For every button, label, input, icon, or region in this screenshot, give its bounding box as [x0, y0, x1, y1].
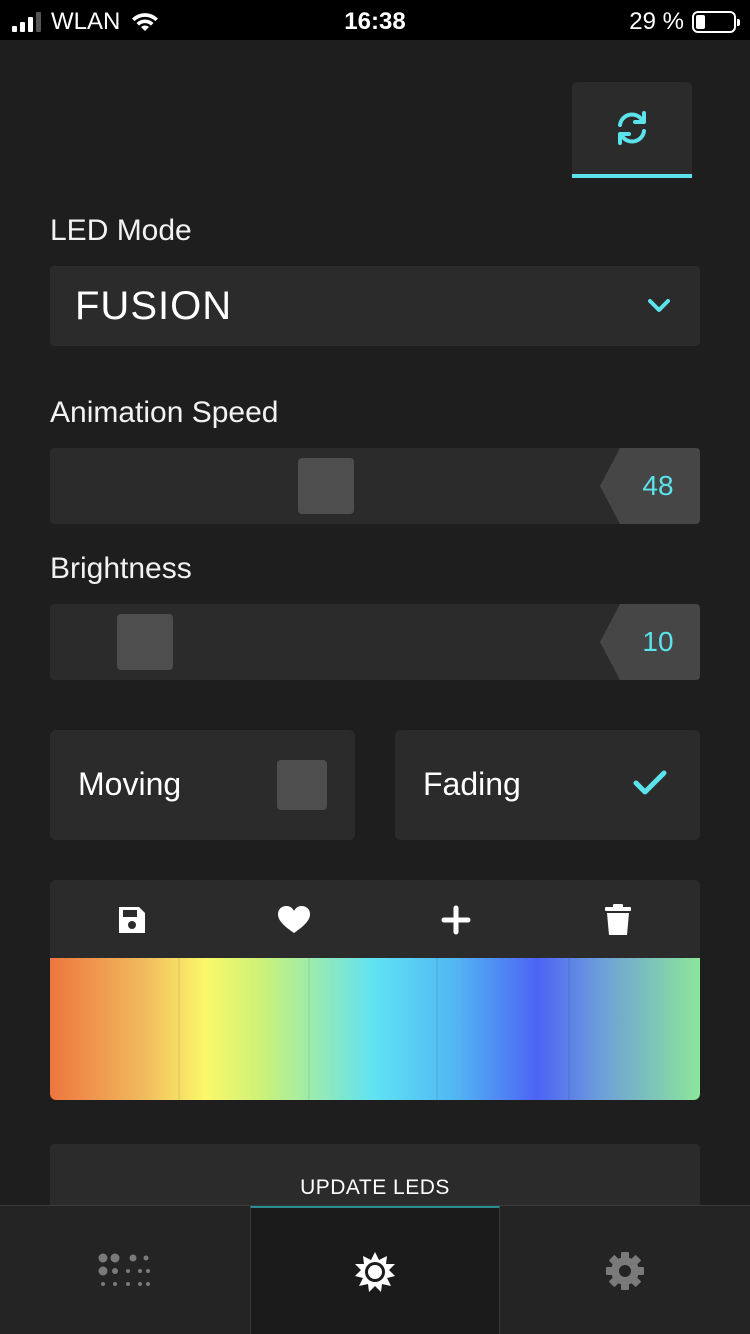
slider-thumb[interactable]	[117, 614, 173, 670]
led-mode-label: LED Mode	[50, 214, 192, 247]
refresh-button[interactable]	[572, 82, 692, 178]
dots-grid-icon	[98, 1253, 150, 1286]
sun-icon	[355, 1251, 395, 1292]
checkmark-icon[interactable]	[632, 768, 668, 798]
animation-speed-label: Animation Speed	[50, 396, 279, 429]
heart-icon	[278, 906, 310, 933]
favorite-button[interactable]	[272, 898, 316, 942]
moving-toggle[interactable]: Moving	[50, 730, 355, 840]
tab-settings[interactable]	[500, 1206, 750, 1334]
led-control-screen: WLAN 16:38 29 % LED Mode FUSION Animatio…	[0, 0, 750, 1334]
battery-percentage: 29 %	[629, 8, 684, 35]
add-color-button[interactable]	[434, 898, 478, 942]
save-icon	[119, 907, 145, 933]
status-right: 29 %	[629, 8, 740, 36]
moving-checkbox[interactable]	[277, 760, 327, 810]
palette-toolbar	[50, 880, 700, 958]
brightness-value: 10	[600, 604, 700, 680]
color-stop-divider[interactable]	[436, 958, 438, 1100]
brightness-slider[interactable]: 10	[50, 604, 700, 680]
fading-label: Fading	[423, 766, 521, 802]
color-stop-divider[interactable]	[308, 958, 310, 1100]
color-palette-card	[50, 880, 700, 1100]
led-mode-select[interactable]: FUSION	[50, 266, 700, 346]
battery-icon	[692, 11, 740, 33]
delete-button[interactable]	[596, 898, 640, 942]
trash-icon	[605, 904, 631, 935]
color-stop-divider[interactable]	[178, 958, 180, 1100]
moving-label: Moving	[78, 766, 182, 802]
refresh-icon	[618, 111, 646, 145]
tab-lighting[interactable]	[250, 1206, 500, 1334]
animation-speed-slider[interactable]: 48	[50, 448, 700, 524]
led-mode-value: FUSION	[75, 284, 233, 328]
slider-thumb[interactable]	[298, 458, 354, 514]
fading-toggle[interactable]: Fading	[395, 730, 700, 840]
brightness-label: Brightness	[50, 552, 192, 585]
color-stop-divider[interactable]	[568, 958, 570, 1100]
bottom-tab-bar	[0, 1205, 750, 1334]
status-bar: WLAN 16:38 29 %	[0, 0, 750, 40]
save-button[interactable]	[110, 898, 154, 942]
animation-speed-value: 48	[600, 448, 700, 524]
gear-icon	[606, 1251, 644, 1290]
color-gradient[interactable]	[50, 958, 700, 1100]
tab-patterns[interactable]	[0, 1206, 250, 1334]
chevron-down-icon	[648, 299, 670, 312]
plus-icon	[441, 905, 471, 935]
